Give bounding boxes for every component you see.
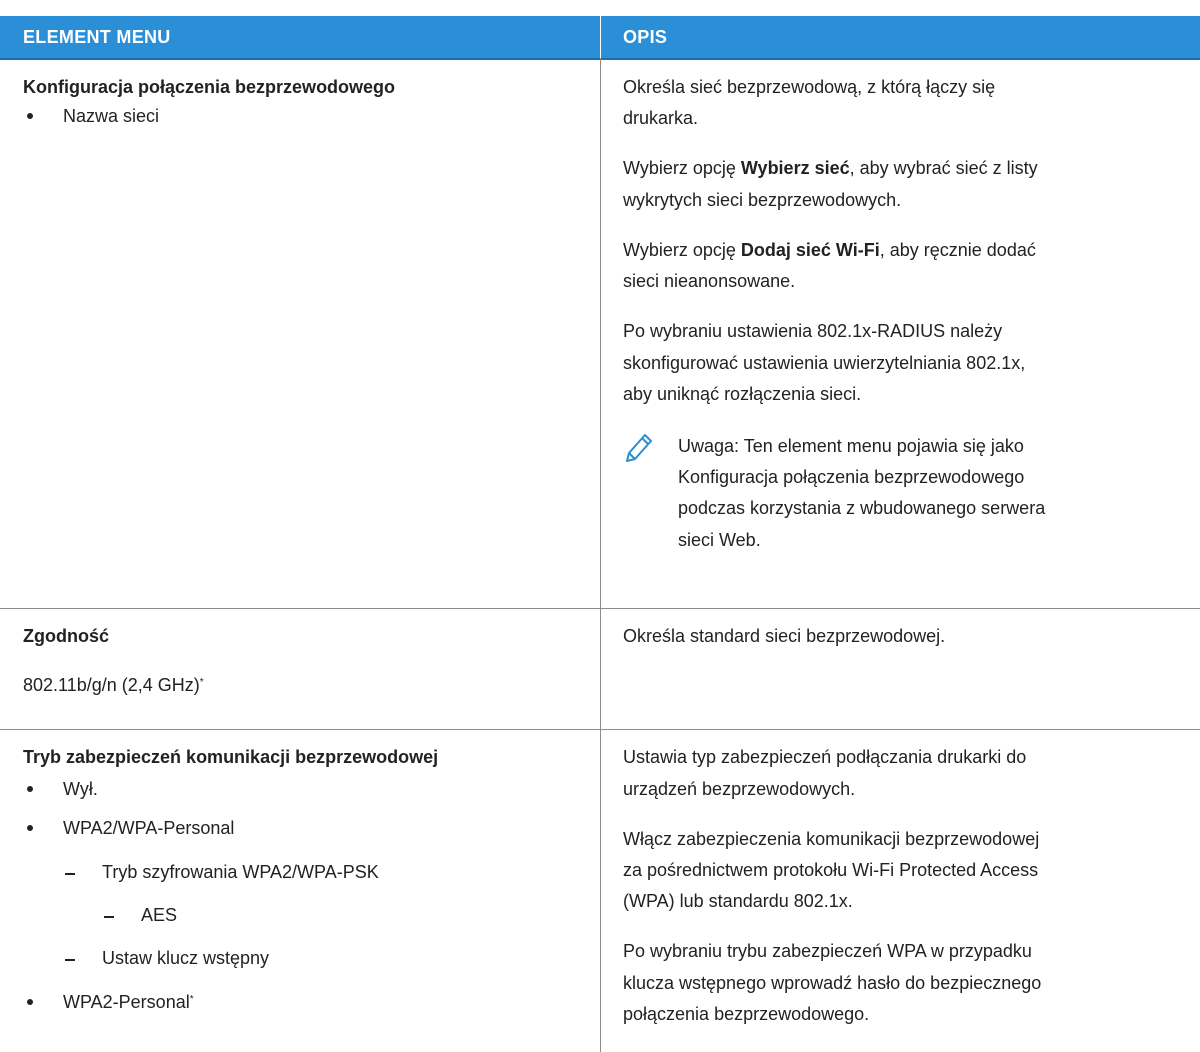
note-line2: Konfiguracja połączenia bezprzewodowego	[678, 467, 1025, 487]
row3-d1-line1: Ustawia typ zabezpieczeń podłączania dru…	[623, 747, 1027, 767]
row3-d3-line2: klucza wstępnego wprowadź hasło do bezpi…	[623, 973, 1042, 993]
dash	[104, 916, 114, 918]
bullet	[27, 113, 33, 119]
row1-p3-line1: Wybierz opcję Dodaj sieć Wi-Fi, aby ręcz…	[623, 239, 1036, 261]
note-line4: sieci Web.	[678, 530, 761, 550]
row1-p2-line2: wykrytych sieci bezprzewodowych.	[623, 190, 902, 210]
row3-d1-line2: urządzeń bezprzewodowych.	[623, 779, 856, 799]
p2-bold: Wybierz sieć	[740, 158, 850, 178]
row1-p4-line2: skonfigurować ustawienia uwierzytelniani…	[623, 353, 1026, 373]
row1-title: Konfiguracja połączenia bezprzewodowego	[23, 77, 396, 97]
row2-value-text: 802.11b/g/n (2,4 GHz)	[23, 675, 200, 695]
settings-table: ELEMENT MENU OPIS Konfiguracja połączeni…	[0, 16, 1200, 1052]
row2-title: Zgodność	[23, 626, 109, 646]
column-divider	[600, 58, 601, 1052]
p3-post: , aby ręcznie dodać	[879, 240, 1036, 260]
row3-item3: WPA2-Personal*	[63, 991, 194, 1013]
row2-value: 802.11b/g/n (2,4 GHz)*	[23, 674, 204, 696]
row1-desc-line1: Określa sieć bezprzewodową, z którą łącz…	[623, 77, 996, 97]
header-divider	[600, 16, 601, 58]
row3-item3-text: WPA2-Personal	[63, 992, 190, 1012]
row2-desc: Określa standard sieci bezprzewodowej.	[623, 626, 946, 646]
p2-pre: Wybierz opcję	[623, 158, 741, 178]
default-marker: *	[199, 677, 204, 688]
p3-pre: Wybierz opcję	[623, 240, 741, 260]
row1-desc-line2: drukarka.	[623, 108, 699, 128]
bullet	[27, 825, 33, 831]
p3-bold: Dodaj sieć Wi-Fi	[740, 240, 880, 260]
row1-p4-line1: Po wybraniu ustawienia 802.1x-RADIUS nal…	[623, 321, 1003, 341]
row3-item2: WPA2/WPA-Personal	[63, 818, 235, 838]
row3-item1: Wył.	[63, 779, 98, 799]
row3-d2-line1: Włącz zabezpieczenia komunikacji bezprze…	[623, 829, 1040, 849]
pencil-icon	[626, 434, 652, 462]
default-marker: *	[189, 994, 194, 1005]
row-divider-1	[0, 608, 1200, 609]
row3-sub2: Ustaw klucz wstępny	[102, 948, 270, 968]
row-divider-2	[0, 729, 1200, 730]
header-element-menu: ELEMENT MENU	[23, 27, 171, 47]
row3-sub1: Tryb szyfrowania WPA2/WPA-PSK	[102, 862, 379, 882]
note-line1: Uwaga: Ten element menu pojawia się jako	[678, 436, 1024, 456]
row3-d2-line2: za pośrednictwem protokołu Wi-Fi Protect…	[623, 860, 1039, 880]
bullet	[27, 786, 33, 792]
row3-subsub1: AES	[141, 905, 178, 925]
row1-p3-line2: sieci nieanonsowane.	[623, 271, 796, 291]
p2-post: , aby wybrać sieć z listy	[849, 158, 1038, 178]
row3-d3-line1: Po wybraniu trybu zabezpieczeń WPA w prz…	[623, 941, 1032, 961]
row1-item: Nazwa sieci	[63, 106, 160, 126]
row1-p2-line1: Wybierz opcję Wybierz sieć, aby wybrać s…	[623, 157, 1038, 179]
dash	[65, 873, 75, 875]
header-opis: OPIS	[623, 27, 668, 47]
note-line3: podczas korzystania z wbudowanego serwer…	[678, 498, 1046, 518]
row3-d2-line3: (WPA) lub standardu 802.1x.	[623, 891, 853, 911]
dash	[65, 959, 75, 961]
row3-title: Tryb zabezpieczeń komunikacji bezprzewod…	[23, 747, 439, 767]
row3-d3-line3: połączenia bezprzewodowego.	[623, 1004, 870, 1024]
row1-p4-line3: aby uniknąć rozłączenia sieci.	[623, 384, 862, 404]
bullet	[27, 999, 33, 1005]
